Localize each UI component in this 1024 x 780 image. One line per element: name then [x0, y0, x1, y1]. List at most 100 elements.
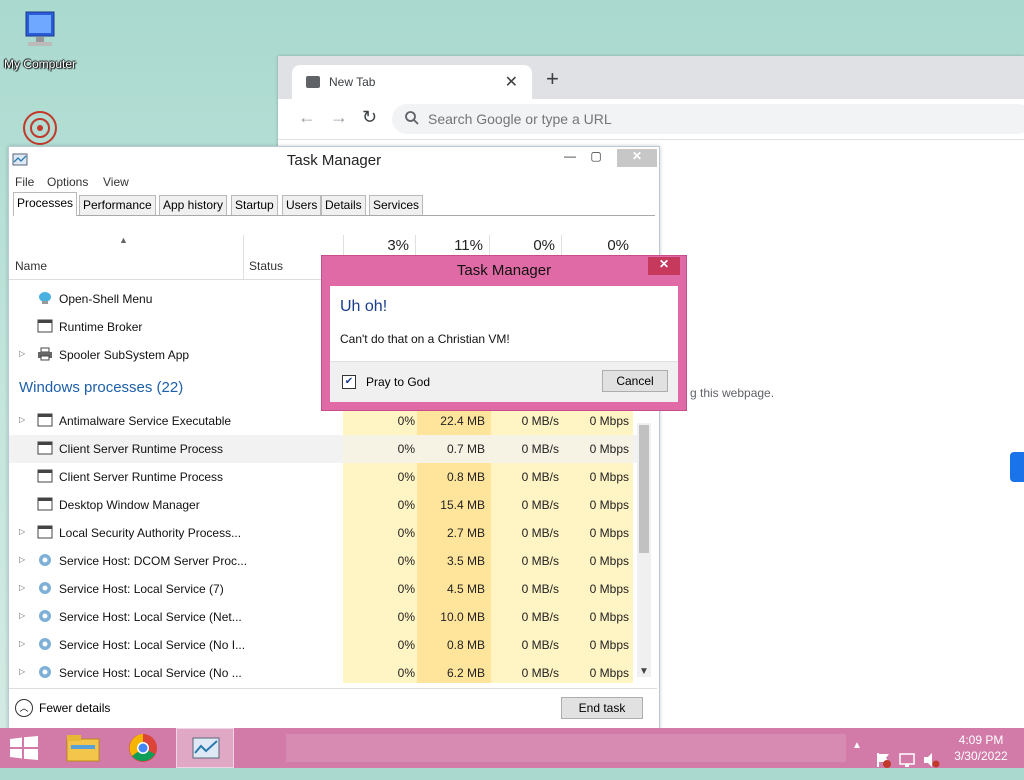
minimize-button[interactable]: — — [557, 149, 583, 167]
tab-app-history[interactable]: App history — [159, 195, 228, 215]
back-icon[interactable]: ← — [298, 107, 316, 128]
expand-arrow-icon[interactable]: ▷ — [19, 555, 25, 564]
process-name: Client Server Runtime Process — [59, 442, 224, 456]
memory-cell: 10.0 MB — [417, 603, 491, 631]
forward-icon[interactable]: → — [330, 107, 348, 128]
end-task-button[interactable]: End task — [561, 697, 643, 719]
taskbar: ▲ 4:09 PM 3/30/2022 — [0, 728, 1024, 768]
browser-tab-new-tab[interactable]: New Tab ✕ — [292, 65, 532, 99]
desktop-icon-my-computer[interactable]: My Computer — [0, 10, 80, 71]
menu-options[interactable]: Options — [47, 175, 88, 189]
taskbar-chrome[interactable] — [114, 728, 172, 768]
network-cell: 0 Mbps — [561, 491, 633, 519]
table-row[interactable]: ▷ Service Host: Local Service (7) 0% 4.5… — [9, 575, 639, 603]
window-icon — [37, 497, 53, 511]
new-tab-button[interactable]: + — [546, 66, 559, 92]
expand-arrow-icon[interactable]: ▷ — [19, 667, 25, 676]
table-row[interactable]: ▷ Service Host: DCOM Server Proc... 0% 3… — [9, 547, 639, 575]
network-cell: 0 Mbps — [561, 547, 633, 575]
taskbar-file-explorer[interactable] — [54, 728, 112, 768]
cpu-cell: 0% — [343, 547, 419, 575]
menu-view[interactable]: View — [103, 175, 129, 189]
action-center-flag-icon[interactable] — [874, 740, 892, 780]
page-button[interactable] — [1010, 452, 1024, 482]
process-name: Client Server Runtime Process — [59, 470, 224, 484]
omnibox-input[interactable] — [426, 110, 830, 128]
pray-checkbox[interactable]: ✔ — [342, 375, 356, 389]
disk-cell: 0 MB/s — [491, 603, 563, 631]
scrollbar-thumb[interactable] — [639, 425, 649, 553]
memory-cell: 2.7 MB — [417, 519, 491, 547]
memory-cell: 4.5 MB — [417, 575, 491, 603]
process-name: Desktop Window Manager — [59, 498, 200, 512]
show-hidden-icons-button[interactable]: ▲ — [852, 740, 862, 780]
fewer-details-button[interactable]: ︿ Fewer details — [15, 699, 110, 717]
column-status[interactable]: Status — [249, 259, 283, 273]
volume-muted-icon[interactable] — [922, 740, 940, 780]
process-name: Local Security Authority Process... — [59, 526, 242, 540]
column-name[interactable]: Name — [15, 259, 47, 273]
expand-arrow-icon[interactable]: ▷ — [19, 639, 25, 648]
table-row[interactable]: ▷ Service Host: Local Service (Net... 0%… — [9, 603, 639, 631]
table-row[interactable]: Client Server Runtime Process 0% 0.8 MB … — [9, 463, 639, 491]
taskbar-task-manager[interactable] — [176, 728, 234, 768]
table-row[interactable]: Client Server Runtime Process 0% 0.7 MB … — [9, 435, 639, 463]
maximize-button[interactable]: ▢ — [583, 149, 609, 167]
expand-arrow-icon[interactable]: ▷ — [19, 527, 25, 536]
memory-cell: 6.2 MB — [417, 659, 491, 683]
table-row[interactable]: ▷ Service Host: Local Service (No ... 0%… — [9, 659, 639, 683]
reload-icon[interactable]: ↻ — [362, 107, 377, 128]
tab-users[interactable]: Users — [282, 195, 322, 215]
gear-icon — [39, 554, 51, 566]
omnibox[interactable] — [392, 104, 1024, 134]
memory-cell: 0.8 MB — [417, 463, 491, 491]
scroll-down-icon[interactable]: ▼ — [639, 666, 649, 677]
cancel-button[interactable]: Cancel — [602, 370, 668, 392]
disk-cell: 0 MB/s — [491, 491, 563, 519]
tab-startup[interactable]: Startup — [231, 195, 278, 215]
table-row[interactable]: ▷ Service Host: Local Service (No I... 0… — [9, 631, 639, 659]
process-name: Service Host: Local Service (Net... — [59, 610, 242, 624]
close-button[interactable]: ✕ — [617, 149, 657, 167]
tab-details[interactable]: Details — [321, 195, 366, 215]
network-cell: 0 Mbps — [561, 435, 633, 463]
expand-arrow-icon[interactable]: ▷ — [19, 583, 25, 592]
network-cell: 0 Mbps — [561, 631, 633, 659]
tab-services[interactable]: Services — [369, 195, 424, 215]
table-row[interactable]: Desktop Window Manager 0% 15.4 MB 0 MB/s… — [9, 491, 639, 519]
system-clock[interactable]: 4:09 PM 3/30/2022 — [946, 732, 1016, 764]
cpu-cell: 0% — [343, 463, 419, 491]
desktop-icon-mandala[interactable] — [0, 108, 80, 151]
clock-date: 3/30/2022 — [954, 749, 1008, 763]
dialog-title: Task Manager — [456, 262, 552, 279]
title-bar[interactable]: Task Manager — ▢ ✕ — [9, 147, 659, 173]
vertical-scrollbar[interactable]: ▼ — [637, 423, 651, 677]
column-disk[interactable]: 0% — [495, 237, 555, 254]
fewer-details-label: Fewer details — [39, 701, 111, 715]
menu-file[interactable]: File — [15, 175, 34, 189]
tab-performance[interactable]: Performance — [79, 195, 156, 215]
table-row[interactable]: ▷ Antimalware Service Executable 0% 22.4… — [9, 407, 639, 435]
column-memory[interactable]: 11% — [421, 237, 483, 254]
dialog-close-button[interactable]: ✕ — [648, 257, 680, 275]
process-name: Runtime Broker — [59, 320, 143, 334]
dialog-heading: Uh oh! — [340, 298, 388, 315]
network-icon[interactable] — [898, 740, 916, 780]
checkbox-label[interactable]: Pray to God — [366, 375, 430, 389]
expand-arrow-icon[interactable]: ▷ — [19, 415, 25, 424]
tab-strip: New Tab ✕ + — [278, 56, 1024, 99]
expand-arrow-icon[interactable]: ▷ — [19, 611, 25, 620]
column-network[interactable]: 0% — [569, 237, 629, 254]
expand-arrow-icon[interactable]: ▷ — [19, 349, 25, 358]
cpu-cell: 0% — [343, 575, 419, 603]
column-cpu[interactable]: 3% — [349, 237, 409, 254]
close-tab-icon[interactable]: ✕ — [505, 72, 518, 92]
dialog-body: Uh oh! Can't do that on a Christian VM! … — [330, 286, 678, 402]
memory-cell: 3.5 MB — [417, 547, 491, 575]
tab-processes[interactable]: Processes — [13, 192, 78, 216]
memory-cell: 15.4 MB — [417, 491, 491, 519]
sort-arrow-icon: ▲ — [119, 235, 128, 245]
start-button[interactable] — [10, 736, 38, 760]
network-cell: 0 Mbps — [561, 659, 633, 683]
table-row[interactable]: ▷ Local Security Authority Process... 0%… — [9, 519, 639, 547]
